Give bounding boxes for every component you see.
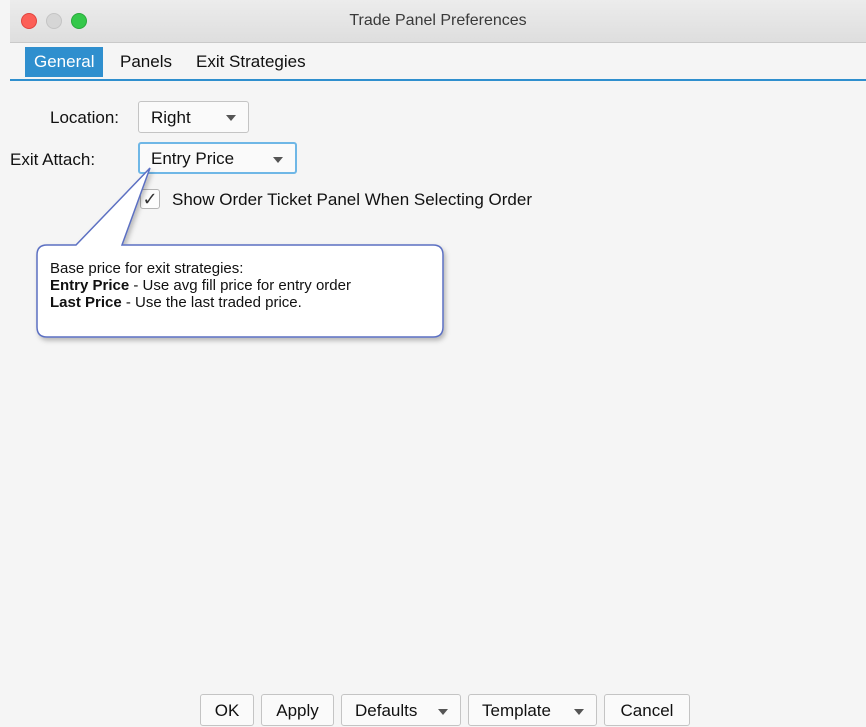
tooltip-line-3: Last Price - Use the last traded price. (50, 294, 302, 311)
defaults-button[interactable]: Defaults (341, 694, 461, 726)
defaults-label: Defaults (355, 701, 418, 720)
ok-button[interactable]: OK (200, 694, 254, 726)
tooltip-callout (36, 167, 444, 338)
chevron-down-icon (438, 709, 448, 715)
template-label: Template (482, 701, 551, 720)
apply-button[interactable]: Apply (261, 694, 334, 726)
chevron-down-icon (574, 709, 584, 715)
template-button[interactable]: Template (468, 694, 597, 726)
tooltip: Base price for exit strategies: Entry Pr… (37, 245, 443, 337)
tooltip-line-1: Base price for exit strategies: (50, 260, 244, 277)
cancel-button[interactable]: Cancel (604, 694, 690, 726)
tooltip-line-2: Entry Price - Use avg fill price for ent… (50, 277, 351, 294)
